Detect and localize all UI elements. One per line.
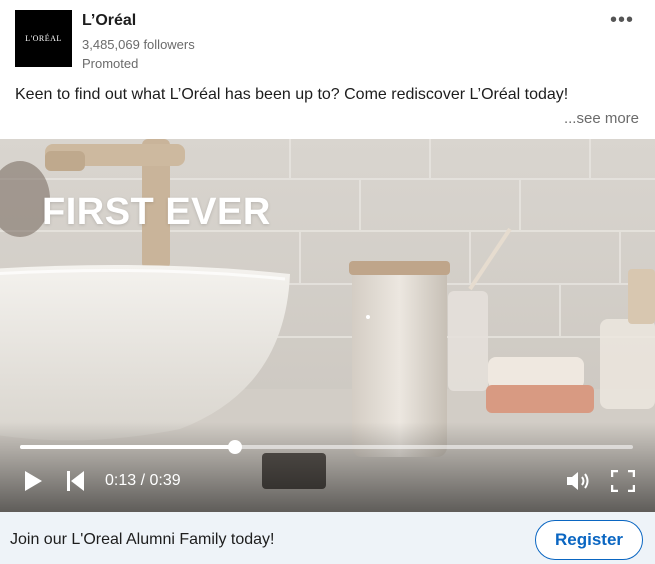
video-timestamp: 0:13 / 0:39 xyxy=(105,472,181,489)
controls-gradient xyxy=(0,422,655,512)
company-name[interactable]: L’Oréal xyxy=(82,12,136,30)
promoted-label: Promoted xyxy=(82,56,139,71)
play-icon[interactable] xyxy=(22,470,44,492)
company-logo[interactable]: L'ORÉAL xyxy=(15,10,72,67)
video-progress-bar[interactable] xyxy=(20,440,633,454)
progress-handle[interactable] xyxy=(227,440,242,454)
follower-count: 3,485,069 followers xyxy=(82,37,195,52)
cta-text: Join our L'Oreal Alumni Family today! xyxy=(10,531,275,548)
cta-bar: Join our L'Oreal Alumni Family today! Re… xyxy=(0,512,655,564)
see-more-link[interactable]: ...see more xyxy=(564,110,639,127)
register-button[interactable]: Register xyxy=(535,520,643,560)
more-options-icon[interactable]: ••• xyxy=(607,8,637,32)
post-caption: Keen to find out what L’Oréal has been u… xyxy=(15,86,569,103)
progress-fill xyxy=(20,445,235,449)
volume-icon[interactable] xyxy=(565,470,593,492)
skip-back-icon[interactable] xyxy=(66,470,86,492)
sponsored-post: L'ORÉAL L’Oréal 3,485,069 followers Prom… xyxy=(0,0,655,564)
video-overlay-title: FIRST EVER xyxy=(42,191,271,233)
logo-wordmark: L'ORÉAL xyxy=(25,34,62,43)
video-player[interactable]: FIRST EVER 0:13 / 0:39 xyxy=(0,139,655,512)
fullscreen-icon[interactable] xyxy=(610,469,636,493)
